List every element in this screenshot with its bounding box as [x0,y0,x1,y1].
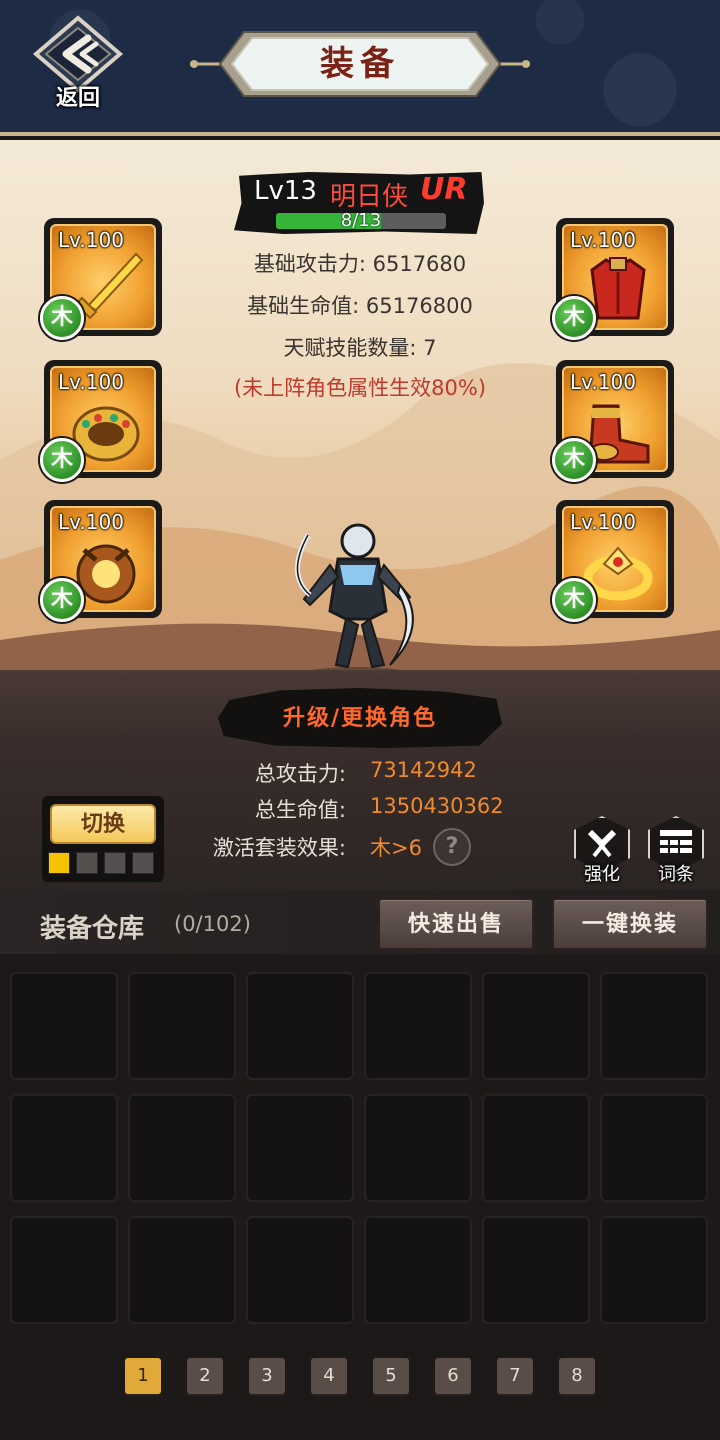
warehouse-grid [10,972,710,1324]
top-header: 返回 装备 [0,0,720,136]
inactive-note: (未上阵角色属性生效80%) [233,376,487,400]
element-wood-badge: 木 [40,438,84,482]
warehouse-slot[interactable] [600,972,708,1080]
warehouse-slot[interactable] [364,1216,472,1324]
loadout-page-4[interactable] [132,852,154,874]
hero-character [295,523,414,679]
element-wood-badge: 木 [552,438,596,482]
warehouse-header: 装备仓库 (0/102) 快速出售 一键换装 [0,890,720,954]
page-button-3[interactable]: 3 [249,1358,285,1394]
loadout-page-1[interactable] [48,852,70,874]
warehouse-slot[interactable] [10,972,118,1080]
warehouse-slot[interactable] [364,972,472,1080]
warehouse-slot[interactable] [128,1094,236,1202]
element-wood-badge: 木 [552,296,596,340]
warehouse-title: 装备仓库 [40,914,145,944]
equip-slot-boots[interactable]: Lv.100 木 [552,360,674,482]
warehouse-slot[interactable] [10,1216,118,1324]
warehouse-slot[interactable] [364,1094,472,1202]
slot-level: Lv.100 [570,228,636,252]
total-hp-value: 1350430362 [370,794,504,818]
loadout-page-3[interactable] [104,852,126,874]
element-wood-badge: 木 [40,578,84,622]
warehouse-slot[interactable] [482,1216,590,1324]
upgrade-label: 升级/更换角色 [282,705,438,731]
element-wood-badge: 木 [40,296,84,340]
base-attack: 基础攻击力: 6517680 [253,252,467,276]
warehouse-count: (0/102) [174,912,251,936]
character-level: Lv13 [254,176,317,206]
page-button-1[interactable]: 1 [125,1358,161,1394]
loadout-switcher: 切换 [42,796,164,882]
page-button-6[interactable]: 6 [435,1358,471,1394]
help-icon[interactable]: ? [433,828,471,866]
back-button[interactable]: 返回 [30,14,126,111]
equip-slot-weapon[interactable]: Lv.100 木 [40,218,162,340]
warehouse-slot[interactable] [246,1216,354,1324]
warehouse-slot[interactable] [10,1094,118,1202]
set-effect-value: 木>6 [370,836,422,860]
xp-text: 8/13 [340,213,382,229]
page-button-5[interactable]: 5 [373,1358,409,1394]
affix-label: 词条 [658,864,694,885]
slot-level: Lv.100 [570,370,636,394]
switch-button[interactable]: 切换 [50,804,156,844]
page-button-4[interactable]: 4 [311,1358,347,1394]
page-title: 装备 [320,44,400,84]
equip-slot-bracer[interactable]: Lv.100 木 [40,360,162,482]
total-attack-label: 总攻击力: [254,762,346,786]
base-hp: 基础生命值: 65176800 [247,294,473,318]
warehouse-slot[interactable] [128,972,236,1080]
set-effect-label: 激活套装效果: [212,836,346,860]
title-plaque: 装备 [190,28,530,100]
loadout-page-2[interactable] [76,852,98,874]
page-button-8[interactable]: 8 [559,1358,595,1394]
equip-slot-ring[interactable]: Lv.100 木 [552,500,674,622]
pagination: 12345678 [0,1358,720,1398]
warehouse-slot[interactable] [600,1216,708,1324]
character-rank: UR [420,172,468,207]
slot-level: Lv.100 [570,510,636,534]
enhance-button[interactable]: 强化 [572,816,632,890]
total-hp-label: 总生命值: [254,798,346,822]
element-wood-badge: 木 [552,578,596,622]
warehouse-slot[interactable] [246,972,354,1080]
slot-level: Lv.100 [58,510,124,534]
page-button-7[interactable]: 7 [497,1358,533,1394]
slot-level: Lv.100 [58,228,124,252]
upgrade-character-button[interactable]: 升级/更换角色 [218,688,502,748]
affix-button[interactable]: 词条 [646,816,706,890]
page-button-2[interactable]: 2 [187,1358,223,1394]
character-name: 明日侠 [330,182,409,212]
warehouse-slot[interactable] [128,1216,236,1324]
back-label: 返回 [55,85,100,111]
xp-bar: 8/13 [276,213,446,229]
slot-level: Lv.100 [58,370,124,394]
total-attack-value: 73142942 [370,758,477,782]
warehouse-slot[interactable] [246,1094,354,1202]
quick-sell-button[interactable]: 快速出售 [378,898,534,950]
warehouse-slot[interactable] [482,1094,590,1202]
equip-slot-armor[interactable]: Lv.100 木 [552,218,674,340]
talent-count: 天赋技能数量: 7 [283,336,437,360]
warehouse-slot[interactable] [600,1094,708,1202]
warehouse-slot[interactable] [482,972,590,1080]
character-banner: Lv13 明日侠 UR 8/13 [234,172,484,234]
enhance-label: 强化 [584,864,620,885]
one-click-equip-button[interactable]: 一键换装 [552,898,708,950]
equip-slot-amulet[interactable]: Lv.100 木 [40,500,162,622]
